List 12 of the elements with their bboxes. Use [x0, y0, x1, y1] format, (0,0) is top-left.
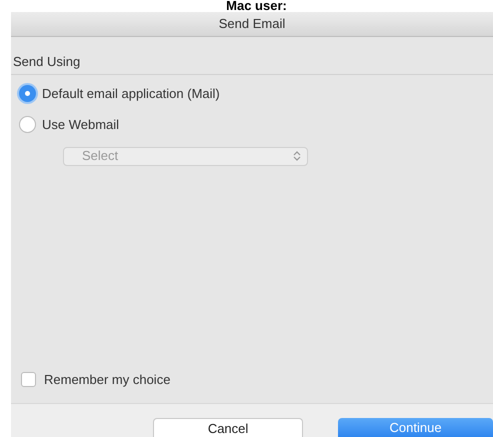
checkbox[interactable]	[21, 372, 36, 387]
page-heading: Mac user:	[225, 0, 288, 12]
checkbox-label: Remember my choice	[44, 370, 170, 389]
cancel-button[interactable]: Cancel	[153, 418, 304, 437]
continue-button[interactable]: Continue	[338, 418, 493, 437]
stepper-icon	[293, 150, 301, 162]
radio-button[interactable]	[19, 116, 36, 134]
radio-label: Use Webmail	[42, 116, 120, 134]
radio-label: Default email application (Mail)	[42, 84, 220, 103]
window-title: Send Email	[11, 12, 493, 37]
section-label: Send Using	[11, 52, 493, 74]
radio-button[interactable]	[19, 84, 36, 102]
